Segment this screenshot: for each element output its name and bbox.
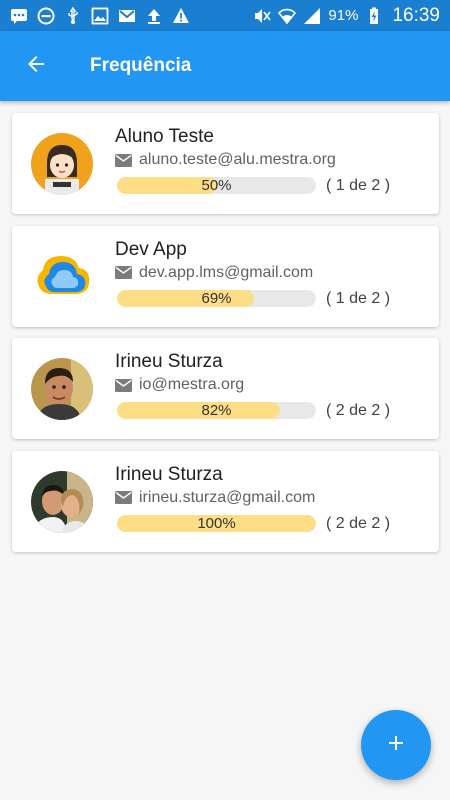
battery-charging-icon: [365, 7, 383, 25]
mail-icon: [115, 153, 132, 167]
student-card[interactable]: Dev App dev.app.lms@gmail.com 69% ( 1 de…: [12, 225, 439, 327]
student-card[interactable]: Aluno Teste aluno.teste@alu.mestra.org 5…: [12, 113, 439, 214]
student-name: Aluno Teste: [115, 126, 214, 147]
email-row: irineu.sturza@gmail.com: [115, 489, 315, 507]
status-bar: 91% 16:39: [0, 0, 450, 31]
page-title: Frequência: [90, 55, 192, 76]
system-status: 91% 16:39: [253, 5, 440, 27]
do-not-disturb-icon: [37, 7, 55, 25]
usb-icon: [64, 6, 82, 25]
arrow-back-icon: [24, 52, 48, 81]
signal-icon: [303, 7, 321, 25]
email-row: io@mestra.org: [115, 376, 244, 394]
man-photo-avatar: [31, 358, 93, 420]
message-icon: [10, 7, 28, 25]
student-email: dev.app.lms@gmail.com: [139, 263, 314, 281]
student-list: Aluno Teste aluno.teste@alu.mestra.org 5…: [12, 113, 439, 563]
attendance-count: ( 1 de 2 ): [326, 177, 391, 194]
attendance-count: ( 2 de 2 ): [326, 402, 391, 419]
progress-label: 50%: [201, 177, 232, 194]
gmail-icon: [118, 7, 136, 25]
upload-icon: [145, 7, 163, 25]
cloud-logo-avatar: [31, 245, 93, 308]
wifi-icon: [278, 7, 297, 25]
notification-icons: [10, 6, 190, 25]
student-name: Irineu Sturza: [115, 351, 223, 372]
student-email: io@mestra.org: [139, 376, 245, 393]
progress-label: 100%: [197, 514, 236, 532]
student-email: irineu.sturza@gmail.com: [139, 488, 316, 506]
attendance-count: ( 1 de 2 ): [326, 289, 391, 307]
image-icon: [91, 7, 109, 25]
couple-photo-avatar: [31, 470, 93, 533]
email-row: dev.app.lms@gmail.com: [115, 264, 313, 282]
progress-bar: 50%: [117, 177, 316, 194]
progress-bar: 69%: [117, 289, 316, 307]
mail-icon: [115, 266, 132, 279]
clock: 16:39: [392, 4, 440, 26]
mute-icon: [253, 7, 272, 25]
battery-percent: 91%: [328, 7, 359, 24]
student-card[interactable]: Irineu Sturza irineu.sturza@gmail.com 10…: [12, 450, 439, 552]
student-card[interactable]: Irineu Sturza io@mestra.org 82% ( 2 de 2…: [12, 338, 439, 439]
add-button[interactable]: [361, 710, 431, 780]
student-name: Irineu Sturza: [115, 463, 223, 485]
progress-bar: 100%: [117, 514, 316, 532]
student-name: Dev App: [115, 238, 187, 260]
progress-bar: 82%: [117, 402, 316, 419]
cartoon-girl-avatar: [31, 133, 93, 195]
add-icon: [384, 731, 408, 760]
progress-label: 82%: [201, 402, 232, 419]
app-bar: Frequência: [0, 31, 450, 101]
back-button[interactable]: [10, 40, 62, 92]
attendance-count: ( 2 de 2 ): [326, 514, 391, 532]
progress-label: 69%: [201, 289, 232, 307]
mail-icon: [115, 378, 132, 392]
email-row: aluno.teste@alu.mestra.org: [115, 151, 336, 169]
mail-icon: [115, 491, 132, 504]
student-email: aluno.teste@alu.mestra.org: [139, 151, 336, 168]
warning-icon: [172, 7, 190, 25]
